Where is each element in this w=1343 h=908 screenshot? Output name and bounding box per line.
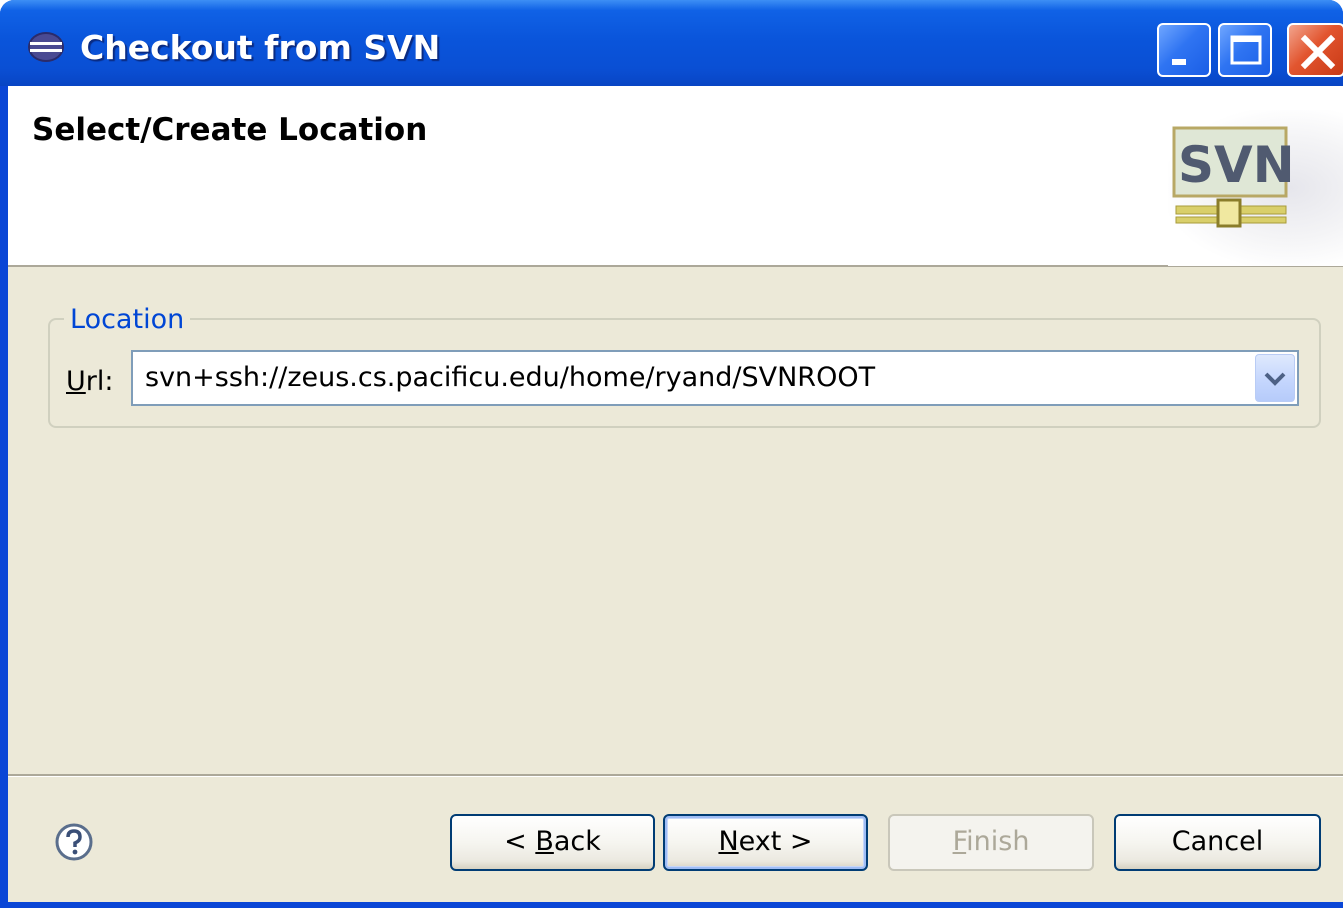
page-title: Select/Create Location (32, 112, 428, 148)
cancel-button[interactable]: Cancel (1114, 814, 1321, 871)
wizard-header: Select/Create Location SVN (8, 86, 1343, 267)
url-dropdown-button[interactable] (1255, 354, 1295, 402)
chevron-down-icon (1264, 372, 1286, 386)
finish-button[interactable]: Finish (888, 814, 1094, 871)
window-title: Checkout from SVN (80, 28, 441, 67)
maximize-icon (1230, 35, 1262, 65)
dialog-client-area: Select/Create Location SVN Location Url:… (8, 86, 1343, 902)
url-combobox[interactable]: svn+ssh://zeus.cs.pacificu.edu/home/ryan… (131, 350, 1299, 406)
title-bar[interactable]: Checkout from SVN (0, 0, 1343, 86)
svn-logo: SVN (1168, 110, 1343, 266)
url-input[interactable]: svn+ssh://zeus.cs.pacificu.edu/home/ryan… (145, 362, 875, 393)
close-button[interactable] (1287, 23, 1343, 77)
url-label: Url: (66, 366, 114, 397)
minimize-button[interactable] (1157, 23, 1211, 77)
button-bar-separator (8, 774, 1343, 777)
location-legend: Location (64, 304, 191, 335)
next-button[interactable]: Next > (663, 814, 868, 871)
eclipse-icon (28, 32, 64, 62)
minimize-icon (1172, 59, 1186, 65)
maximize-button[interactable] (1218, 23, 1272, 77)
dialog-window: Checkout from SVN Select/Create Location (0, 0, 1343, 908)
close-icon (1300, 34, 1336, 70)
svn-logo-text: SVN (1178, 136, 1295, 194)
back-button[interactable]: < Back (450, 814, 655, 871)
help-icon[interactable] (54, 822, 94, 862)
